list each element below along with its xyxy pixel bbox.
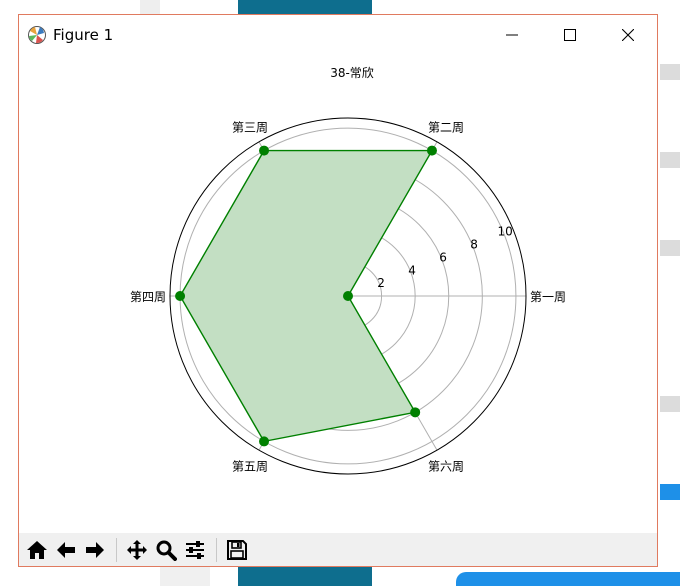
desktop-bg — [660, 64, 680, 80]
back-arrow-icon — [57, 541, 75, 558]
close-button[interactable] — [599, 15, 657, 55]
desktop-bg — [660, 152, 680, 168]
navigation-toolbar — [19, 533, 657, 566]
minimize-button[interactable] — [483, 15, 541, 55]
data-point — [343, 291, 353, 301]
data-point — [175, 291, 186, 301]
toolbar-separator — [216, 537, 217, 562]
close-icon — [622, 29, 634, 41]
desktop-bg — [238, 566, 372, 586]
maximize-button[interactable] — [541, 15, 599, 55]
pan-icon — [127, 539, 147, 560]
minimize-icon — [506, 34, 518, 36]
radial-tick-label: 4 — [408, 263, 416, 277]
radial-tick-label: 10 — [498, 225, 513, 239]
data-point — [426, 145, 437, 156]
home-icon — [27, 540, 47, 559]
category-label: 第六周 — [428, 460, 464, 474]
radial-tick-label: 2 — [377, 276, 385, 290]
data-point — [259, 436, 270, 447]
category-label: 第四周 — [130, 290, 166, 304]
back-button[interactable] — [52, 536, 80, 564]
configure-subplots-button[interactable] — [181, 536, 209, 564]
toolbar-separator — [116, 537, 117, 562]
radial-tick-label: 6 — [439, 250, 447, 264]
maximize-icon — [564, 29, 576, 41]
plot-area[interactable]: 第一周 第二周 第三周第四周第五周 第六周 2 4 6 8 10 38-常欣 — [19, 55, 657, 533]
matplotlib-icon — [27, 25, 47, 45]
chart-title: 38-常欣 — [330, 66, 374, 80]
window-title: Figure 1 — [53, 26, 114, 44]
desktop-bg — [660, 396, 680, 412]
pan-button[interactable] — [123, 536, 151, 564]
desktop-bg — [660, 484, 680, 500]
forward-arrow-icon — [86, 541, 104, 558]
radar-chart: 第一周 第二周 第三周第四周第五周 第六周 2 4 6 8 10 38-常欣 — [130, 66, 566, 475]
save-icon — [227, 539, 247, 560]
title-bar[interactable]: Figure 1 — [19, 15, 657, 55]
data-point — [410, 407, 421, 418]
zoom-icon — [156, 540, 177, 561]
forward-button[interactable] — [81, 536, 109, 564]
category-label: 第一周 — [530, 290, 566, 304]
save-button[interactable] — [223, 536, 251, 564]
desktop-bg — [238, 0, 372, 14]
desktop-bg — [160, 566, 210, 586]
desktop-bg — [456, 572, 680, 586]
home-button[interactable] — [23, 536, 51, 564]
figure-window: Figure 1 第一周 第二周 第三周第四周第五周 第六周 2 4 6 8 10 38-常欣 — [18, 14, 658, 567]
radial-tick-label: 8 — [470, 238, 478, 252]
desktop-bg — [660, 240, 680, 256]
category-label: 第三周 — [232, 120, 268, 134]
category-label: 第二周 — [428, 120, 464, 134]
data-point — [259, 145, 270, 156]
zoom-button[interactable] — [152, 536, 180, 564]
category-label: 第五周 — [232, 460, 268, 474]
desktop-bg — [140, 0, 160, 14]
configure-subplots-icon — [186, 540, 204, 559]
